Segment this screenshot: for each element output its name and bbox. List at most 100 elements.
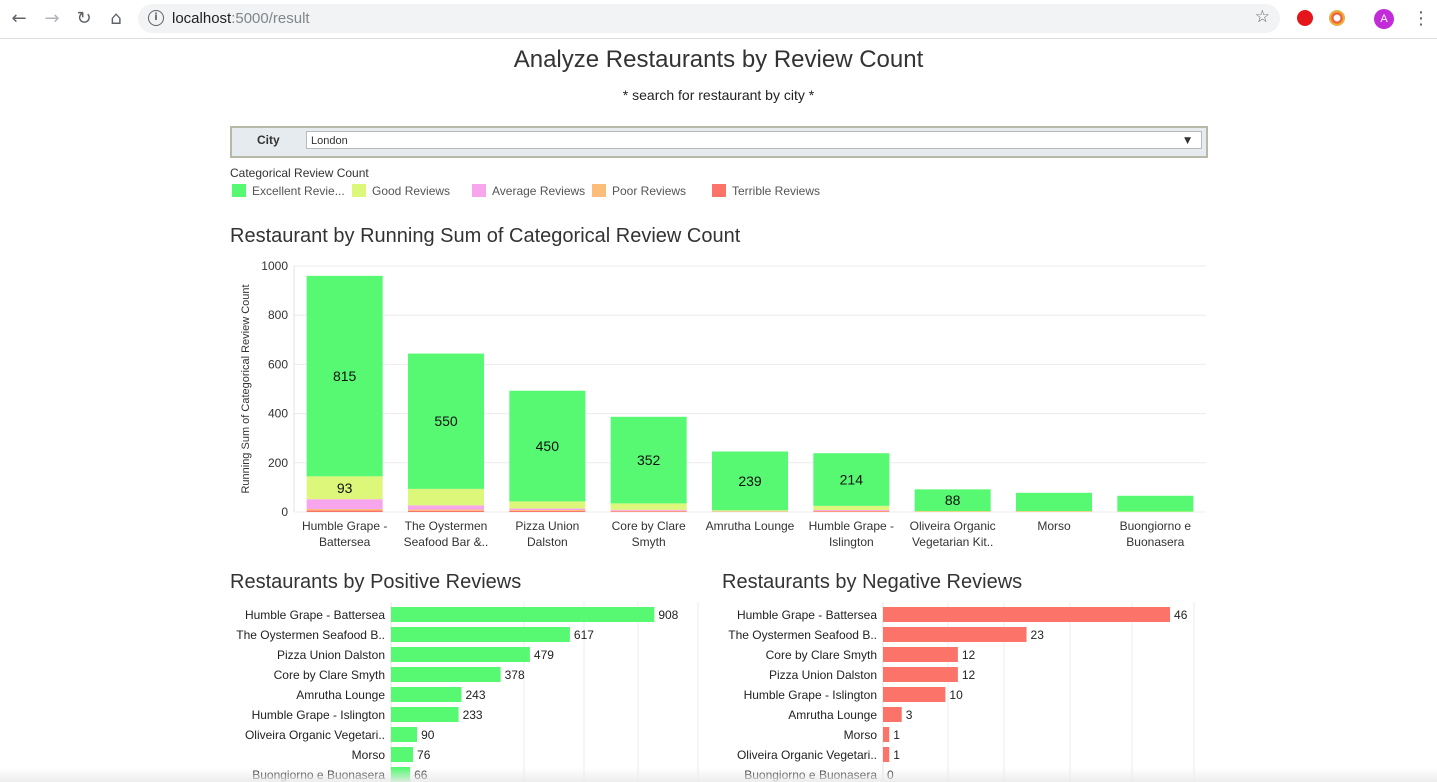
bar-category-label: Humble Grape - Islington — [744, 688, 877, 702]
data-label: 46 — [1174, 608, 1188, 622]
more-menu-icon[interactable]: ⋮ — [1412, 8, 1430, 29]
home-icon[interactable]: ⌂ — [105, 8, 127, 30]
data-label: 3 — [906, 708, 913, 722]
bar-segment — [408, 488, 484, 506]
y-tick-label: 400 — [268, 407, 288, 421]
bar — [883, 647, 958, 662]
chrome-extension-icon[interactable] — [1329, 10, 1345, 26]
bar-segment — [408, 509, 484, 511]
data-label: 479 — [534, 648, 554, 662]
stacked-chart-title: Restaurant by Running Sum of Categorical… — [230, 225, 741, 247]
bar-segment — [408, 510, 484, 512]
data-label: 1 — [893, 748, 900, 762]
data-label: 76 — [417, 748, 431, 762]
bar — [391, 607, 655, 622]
data-label: 12 — [962, 668, 976, 682]
forward-arrow-icon[interactable]: → — [41, 8, 63, 30]
positive-chart-title: Restaurants by Positive Reviews — [230, 571, 522, 593]
bar-category-label: Pizza Union Dalston — [769, 668, 877, 682]
bar-segment — [509, 511, 586, 512]
opera-extension-icon[interactable] — [1297, 10, 1313, 26]
x-tick-label: Smyth — [632, 535, 666, 549]
bar-segment — [712, 510, 788, 512]
x-tick-label: Humble Grape - — [302, 519, 387, 533]
bar-segment — [306, 499, 383, 510]
city-select-value: London — [311, 135, 348, 147]
browser-toolbar: ← → ↻ ⌂ i localhost:5000/result ☆ A ⋮ — [0, 0, 1437, 39]
bar-category-label: Core by Clare Smyth — [274, 668, 385, 682]
legend-swatch — [472, 184, 486, 197]
address-bar[interactable]: i localhost:5000/result ☆ — [138, 4, 1280, 33]
legend-item-terrible[interactable]: Terrible Reviews — [712, 184, 820, 198]
x-tick-label: Core by Clare — [612, 519, 686, 533]
x-tick-label: Islington — [829, 535, 874, 549]
back-arrow-icon[interactable]: ← — [8, 8, 30, 30]
bar-segment — [813, 505, 890, 511]
bottom-shadow — [0, 768, 1437, 782]
site-info-icon[interactable]: i — [148, 10, 164, 26]
bar-segment — [610, 511, 687, 512]
legend-swatch — [232, 184, 246, 197]
bar-category-label: The Oystermen Seafood B.. — [728, 628, 877, 642]
x-tick-label: Battersea — [319, 535, 371, 549]
y-tick-label: 600 — [268, 357, 288, 371]
data-label: 378 — [505, 668, 525, 682]
bar-category-label: Oliveira Organic Vegetari.. — [737, 748, 877, 762]
data-label: 23 — [1031, 628, 1045, 642]
y-axis-label: Running Sum of Categorical Review Count — [240, 284, 252, 493]
y-tick-label: 800 — [268, 308, 288, 322]
reload-icon[interactable]: ↻ — [73, 8, 95, 30]
y-tick-label: 1000 — [261, 259, 288, 273]
data-label: 12 — [962, 648, 976, 662]
bar — [883, 747, 890, 762]
page-subtitle: * search for restaurant by city * — [622, 87, 815, 103]
legend-item-poor[interactable]: Poor Reviews — [592, 184, 686, 198]
legend-swatch — [352, 184, 366, 197]
x-tick-label: Buonasera — [1126, 535, 1184, 549]
bar-segment — [1117, 495, 1194, 512]
legend-item-average[interactable]: Average Reviews — [472, 184, 585, 198]
bar-segment — [610, 509, 687, 511]
bar-category-label: Humble Grape - Islington — [252, 708, 385, 722]
x-tick-label: Oliveira Organic — [910, 519, 996, 533]
bar — [883, 707, 902, 722]
bar — [391, 647, 530, 662]
data-label: 1 — [893, 728, 900, 742]
legend-item-good[interactable]: Good Reviews — [352, 184, 450, 198]
y-tick-label: 0 — [281, 505, 288, 519]
bar-segment — [408, 505, 484, 510]
data-label: 908 — [658, 608, 678, 622]
negative-chart-title: Restaurants by Negative Reviews — [722, 571, 1023, 593]
data-label: 243 — [465, 688, 485, 702]
bookmark-star-icon[interactable]: ☆ — [1255, 7, 1270, 27]
bar — [391, 727, 418, 742]
bar-segment — [509, 510, 586, 512]
x-tick-label: The Oystermen — [405, 519, 488, 533]
bar-category-label: Humble Grape - Battersea — [737, 608, 877, 622]
x-tick-label: Buongiorno e — [1120, 519, 1192, 533]
bar — [883, 667, 958, 682]
bar-segment — [1016, 492, 1092, 512]
data-label: 93 — [337, 480, 353, 496]
url-text: localhost:5000/result — [172, 10, 310, 27]
bar-category-label: Oliveira Organic Vegetari.. — [245, 728, 385, 742]
bar — [391, 707, 459, 722]
bar — [883, 687, 946, 702]
bar-segment — [509, 501, 586, 509]
data-label: 88 — [945, 492, 961, 508]
bar-segment — [509, 508, 586, 511]
avatar[interactable]: A — [1374, 9, 1394, 29]
data-label: 352 — [637, 452, 661, 468]
legend-item-excellent[interactable]: Excellent Revie... — [232, 184, 345, 198]
bar-segment — [813, 510, 890, 512]
data-label: 617 — [574, 628, 594, 642]
bar-segment — [306, 509, 383, 511]
negative-bar-chart: Humble Grape - Battersea 46 The Oystermen … — [728, 602, 1195, 782]
city-select[interactable]: London ▼ — [306, 131, 1202, 149]
bar — [391, 667, 501, 682]
bar — [883, 627, 1027, 642]
city-filter-label: City — [257, 133, 280, 147]
x-tick-label: Pizza Union — [515, 519, 579, 533]
bar-category-label: The Oystermen Seafood B.. — [236, 628, 385, 642]
page-title: Analyze Restaurants by Review Count — [513, 46, 924, 73]
